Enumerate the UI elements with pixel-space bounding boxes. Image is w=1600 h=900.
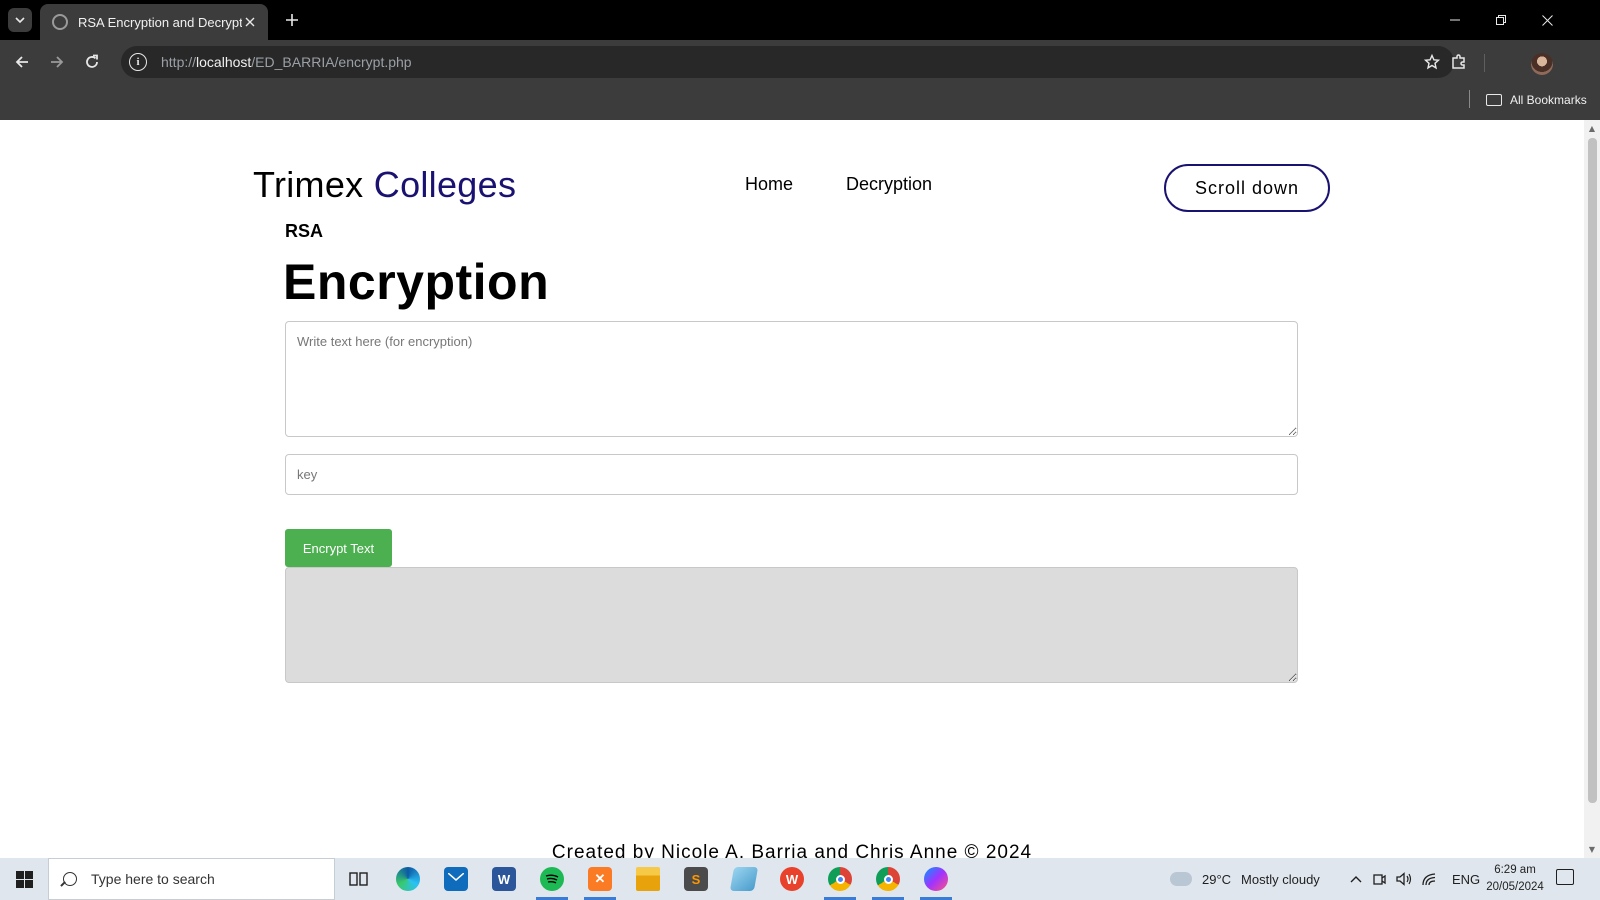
footer-credits: Created by Nicole A. Barria and Chris An… [551, 842, 1033, 858]
nav-link-home[interactable]: Home [745, 174, 793, 195]
chrome-profile-1-icon[interactable] [816, 858, 864, 900]
bookmarks-bar [0, 84, 1600, 120]
brand-main-text: Trimex [253, 164, 364, 205]
back-arrow-icon[interactable] [8, 48, 36, 76]
file-explorer-icon[interactable] [624, 858, 672, 900]
word-app-icon[interactable]: W [480, 858, 528, 900]
sublime-text-icon[interactable]: S [672, 858, 720, 900]
url-scheme: http:// [161, 54, 197, 70]
weather-description: Mostly cloudy [1241, 871, 1320, 887]
key-input[interactable] [285, 454, 1298, 495]
cloudy-weather-icon [1170, 872, 1192, 886]
notification-center-icon[interactable] [1556, 869, 1574, 885]
close-tab-icon[interactable] [242, 14, 258, 30]
tab-title: RSA Encryption and Decryption [78, 14, 242, 30]
close-window-icon[interactable] [1524, 0, 1570, 40]
wps-office-icon[interactable]: W [768, 858, 816, 900]
section-kicker: RSA [285, 221, 324, 241]
url-host: localhost [196, 54, 252, 70]
address-bar[interactable]: i http://localhost/ED_BARRIA/encrypt.php [121, 46, 1454, 78]
page-title: Encryption [283, 254, 550, 310]
page-viewport: Trimex Colleges Home Decryption Scroll d… [0, 120, 1584, 858]
weather-widget[interactable]: 29°C Mostly cloudy [1170, 858, 1320, 900]
scroll-down-button[interactable]: Scroll down [1164, 164, 1330, 212]
plaintext-input[interactable] [285, 321, 1298, 437]
extensions-puzzle-icon[interactable] [1445, 48, 1473, 76]
page-scrollbar[interactable]: ▲ ▼ [1584, 120, 1600, 858]
all-bookmarks-label: All Bookmarks [1510, 93, 1587, 107]
new-tab-plus-icon[interactable] [280, 8, 304, 32]
clock-time: 6:29 am [1494, 864, 1536, 876]
scroll-down-arrow-icon[interactable]: ▼ [1587, 844, 1597, 854]
browser-tab-bar: RSA Encryption and Decryption [0, 0, 1600, 40]
bookmark-star-icon[interactable] [1418, 48, 1446, 76]
brand-accent-text: Colleges [373, 164, 517, 205]
language-indicator[interactable]: ENG [1452, 858, 1480, 900]
task-view-icon[interactable] [335, 858, 383, 900]
all-bookmarks-button[interactable]: All Bookmarks [1486, 90, 1587, 110]
site-brand-logo[interactable]: Trimex Colleges [253, 164, 516, 206]
url-path: /ED_BARRIA/encrypt.php [251, 54, 412, 70]
scroll-up-arrow-icon[interactable]: ▲ [1587, 123, 1597, 133]
spotify-app-icon[interactable] [528, 858, 576, 900]
meet-now-icon[interactable] [1372, 858, 1386, 900]
volume-icon[interactable] [1396, 858, 1412, 900]
taskbar-clock[interactable]: 6:29 am 20/05/2024 [1480, 862, 1550, 896]
notes-app-icon[interactable] [720, 858, 768, 900]
start-button[interactable] [0, 858, 48, 900]
scrollbar-thumb[interactable] [1588, 138, 1597, 803]
bookmarks-separator [1469, 90, 1470, 108]
browser-toolbar: i http://localhost/ED_BARRIA/encrypt.php [0, 40, 1600, 84]
encrypt-text-button[interactable]: Encrypt Text [285, 529, 392, 567]
edge-browser-icon[interactable] [384, 858, 432, 900]
minimize-window-icon[interactable] [1432, 0, 1478, 40]
reload-icon[interactable] [78, 48, 106, 76]
messenger-app-icon[interactable] [912, 858, 960, 900]
site-info-icon[interactable]: i [129, 53, 147, 71]
ciphertext-output[interactable] [285, 567, 1298, 683]
restore-window-icon[interactable] [1478, 0, 1524, 40]
windows-taskbar: Type here to search W ✕ S W 29°C Mostly … [0, 858, 1600, 900]
globe-favicon-icon [52, 14, 68, 30]
profile-avatar[interactable] [1531, 53, 1553, 75]
windows-logo-icon [15, 870, 33, 888]
browser-tab-active[interactable]: RSA Encryption and Decryption [40, 4, 268, 40]
toolbar-separator [1484, 54, 1485, 72]
taskbar-search-box[interactable]: Type here to search [48, 858, 335, 900]
chrome-profile-2-icon[interactable] [864, 858, 912, 900]
search-icon [63, 872, 77, 886]
wifi-icon[interactable] [1421, 858, 1437, 900]
folder-icon [1486, 94, 1502, 106]
clock-date: 20/05/2024 [1486, 881, 1544, 893]
taskbar-search-placeholder: Type here to search [91, 871, 215, 887]
forward-arrow-icon[interactable] [43, 48, 71, 76]
address-url[interactable]: http://localhost/ED_BARRIA/encrypt.php [161, 54, 1418, 70]
nav-link-decryption[interactable]: Decryption [846, 174, 932, 195]
xampp-app-icon[interactable]: ✕ [576, 858, 624, 900]
tab-search-chevron-icon[interactable] [8, 8, 32, 32]
weather-temperature: 29°C [1202, 871, 1232, 887]
mail-app-icon[interactable] [432, 858, 480, 900]
tray-chevron-up-icon[interactable] [1350, 858, 1362, 900]
